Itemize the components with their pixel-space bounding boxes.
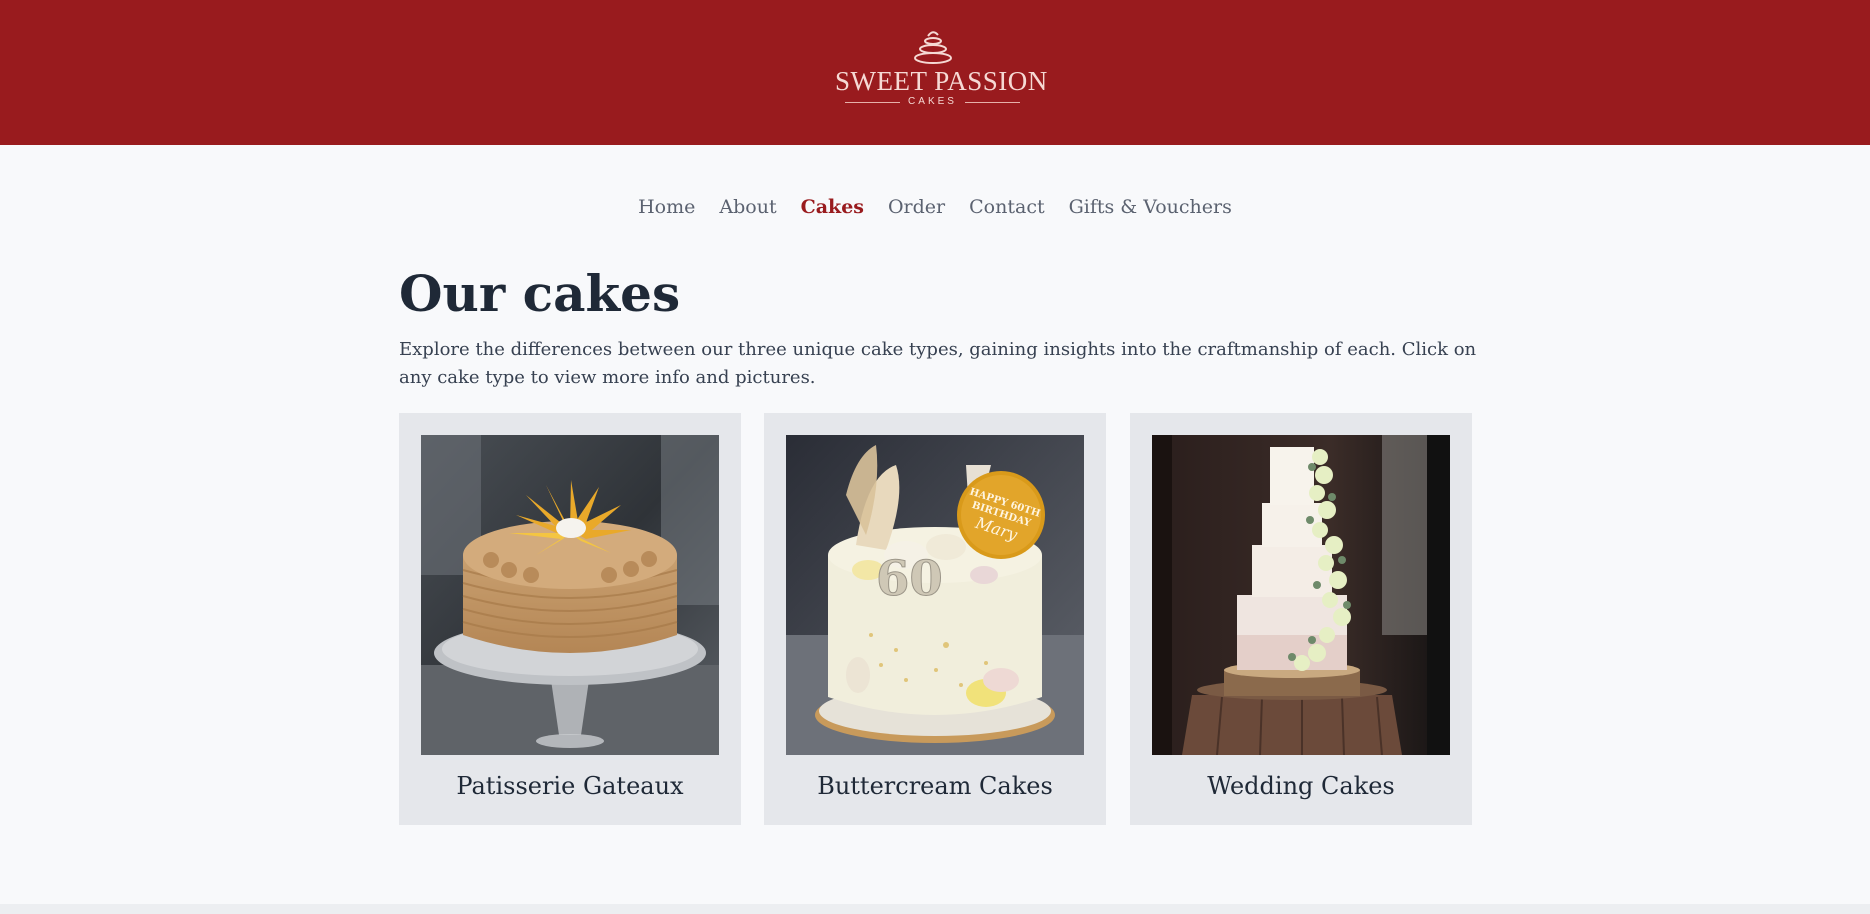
cake-card-label[interactable]: Patisserie Gateaux	[399, 769, 741, 803]
brand-name: SWEET PASSION	[835, 66, 1048, 96]
nav-item-contact[interactable]: Contact	[969, 192, 1044, 222]
footer-edge	[0, 904, 1870, 914]
divider	[845, 101, 901, 103]
wedding-cake-photo[interactable]	[1152, 435, 1450, 755]
cake-card-patisserie-gateaux[interactable]: Patisserie Gateaux	[399, 413, 741, 825]
nav-item-cakes[interactable]: Cakes	[801, 192, 864, 222]
stacked-cake-icon	[913, 31, 952, 64]
nav-item-gifts-vouchers[interactable]: Gifts & Vouchers	[1069, 192, 1232, 222]
brand-logo[interactable]: SWEET PASSION CAKES	[835, 28, 1048, 118]
page-intro: Explore the differences between our thre…	[399, 339, 1477, 388]
cake-card-wedding-cakes[interactable]: Wedding Cakes	[1130, 413, 1472, 825]
page-title: Our cakes	[399, 264, 681, 323]
svg-text:60: 60	[876, 551, 943, 607]
brand-tagline: CAKES	[908, 96, 957, 107]
nav-item-order[interactable]: Order	[888, 192, 945, 222]
cake-card-label[interactable]: Buttercream Cakes	[764, 769, 1106, 803]
nav-item-home[interactable]: Home	[638, 192, 695, 222]
divider	[964, 101, 1020, 103]
main-nav: Home About Cakes Order Contact Gifts & V…	[0, 192, 1870, 222]
cake-card-label[interactable]: Wedding Cakes	[1130, 769, 1472, 803]
buttercream-cake-photo[interactable]: HAPPY 60TH BIRTHDAY Mary 60	[786, 435, 1084, 755]
nav-item-about[interactable]: About	[719, 192, 776, 222]
cake-card-buttercream-cakes[interactable]: HAPPY 60TH BIRTHDAY Mary 60 Buttercream …	[764, 413, 1106, 825]
brand-tagline-row: CAKES	[835, 96, 1030, 108]
patisserie-gateaux-photo[interactable]	[421, 435, 719, 755]
site-header: SWEET PASSION CAKES	[0, 0, 1870, 145]
